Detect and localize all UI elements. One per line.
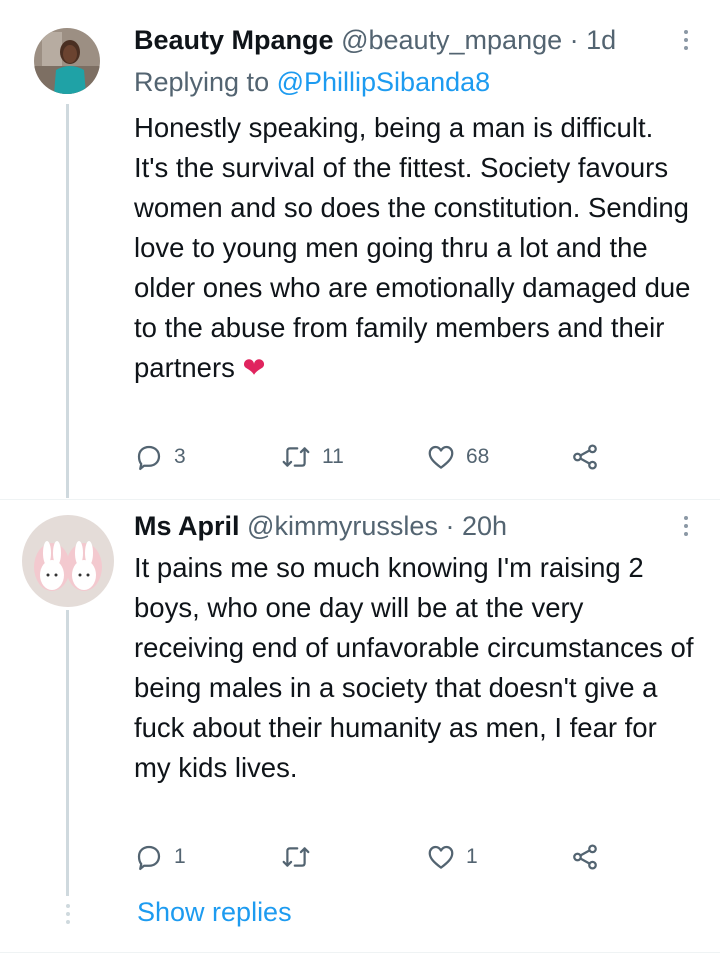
- timestamp[interactable]: 1d: [586, 25, 616, 55]
- more-icon[interactable]: [684, 516, 690, 536]
- bottom-divider: [0, 952, 720, 953]
- reply-button[interactable]: 1: [134, 842, 186, 872]
- user-handle[interactable]: @beauty_mpange: [341, 25, 562, 55]
- tweet-actions: 3 11 68: [134, 442, 614, 476]
- separator-dot: ·: [445, 511, 455, 541]
- replying-to: Replying to @PhillipSibanda8: [134, 66, 490, 98]
- tweet[interactable]: Ms April @kimmyrussles · 20h It pains me…: [0, 500, 720, 900]
- avatar[interactable]: [34, 28, 100, 94]
- tweet-text: It pains me so much knowing I'm raising …: [134, 548, 694, 788]
- separator-dot: ·: [569, 25, 579, 55]
- display-name[interactable]: Beauty Mpange: [134, 25, 334, 55]
- timestamp[interactable]: 20h: [462, 511, 507, 541]
- share-button[interactable]: [570, 842, 600, 872]
- thread-continuation-dots: [66, 904, 70, 924]
- like-count: 68: [466, 445, 490, 468]
- retweet-icon: [282, 447, 310, 467]
- tweet-body: Honestly speaking, being a man is diffic…: [134, 112, 691, 383]
- like-icon: [428, 845, 454, 869]
- retweet-count: 11: [322, 445, 344, 468]
- share-icon: [573, 444, 597, 470]
- retweet-icon: [282, 847, 310, 867]
- share-button[interactable]: [570, 442, 600, 472]
- replying-to-label: Replying to: [134, 67, 270, 97]
- tweet-header: Beauty Mpange @beauty_mpange · 1d: [134, 24, 616, 56]
- replying-to-handle[interactable]: @PhillipSibanda8: [277, 67, 491, 97]
- reply-count: 3: [174, 445, 186, 468]
- reply-count: 1: [174, 845, 186, 868]
- like-button[interactable]: 1: [426, 842, 478, 872]
- thread-line: [66, 104, 69, 498]
- show-replies-link[interactable]: Show replies: [137, 897, 292, 928]
- avatar[interactable]: [22, 515, 114, 607]
- reply-icon: [137, 445, 161, 470]
- like-icon: [428, 445, 454, 469]
- retweet-button[interactable]: 11: [280, 442, 344, 472]
- tweet-actions: 1 1: [134, 842, 614, 876]
- thread-line: [66, 610, 69, 896]
- like-count: 1: [466, 845, 478, 868]
- tweet-body: It pains me so much knowing I'm raising …: [134, 552, 694, 783]
- red-heart-emoji: ❤: [242, 352, 266, 383]
- display-name[interactable]: Ms April: [134, 511, 240, 541]
- tweet-text: Honestly speaking, being a man is diffic…: [134, 108, 694, 388]
- reply-icon: [137, 845, 161, 870]
- reply-button[interactable]: 3: [134, 442, 186, 472]
- like-button[interactable]: 68: [426, 442, 489, 472]
- tweet[interactable]: Beauty Mpange @beauty_mpange · 1d Replyi…: [0, 0, 720, 500]
- more-icon[interactable]: [684, 30, 690, 50]
- user-handle[interactable]: @kimmyrussles: [247, 511, 438, 541]
- retweet-button[interactable]: [280, 842, 322, 872]
- share-icon: [573, 844, 597, 870]
- tweet-header: Ms April @kimmyrussles · 20h: [134, 510, 507, 542]
